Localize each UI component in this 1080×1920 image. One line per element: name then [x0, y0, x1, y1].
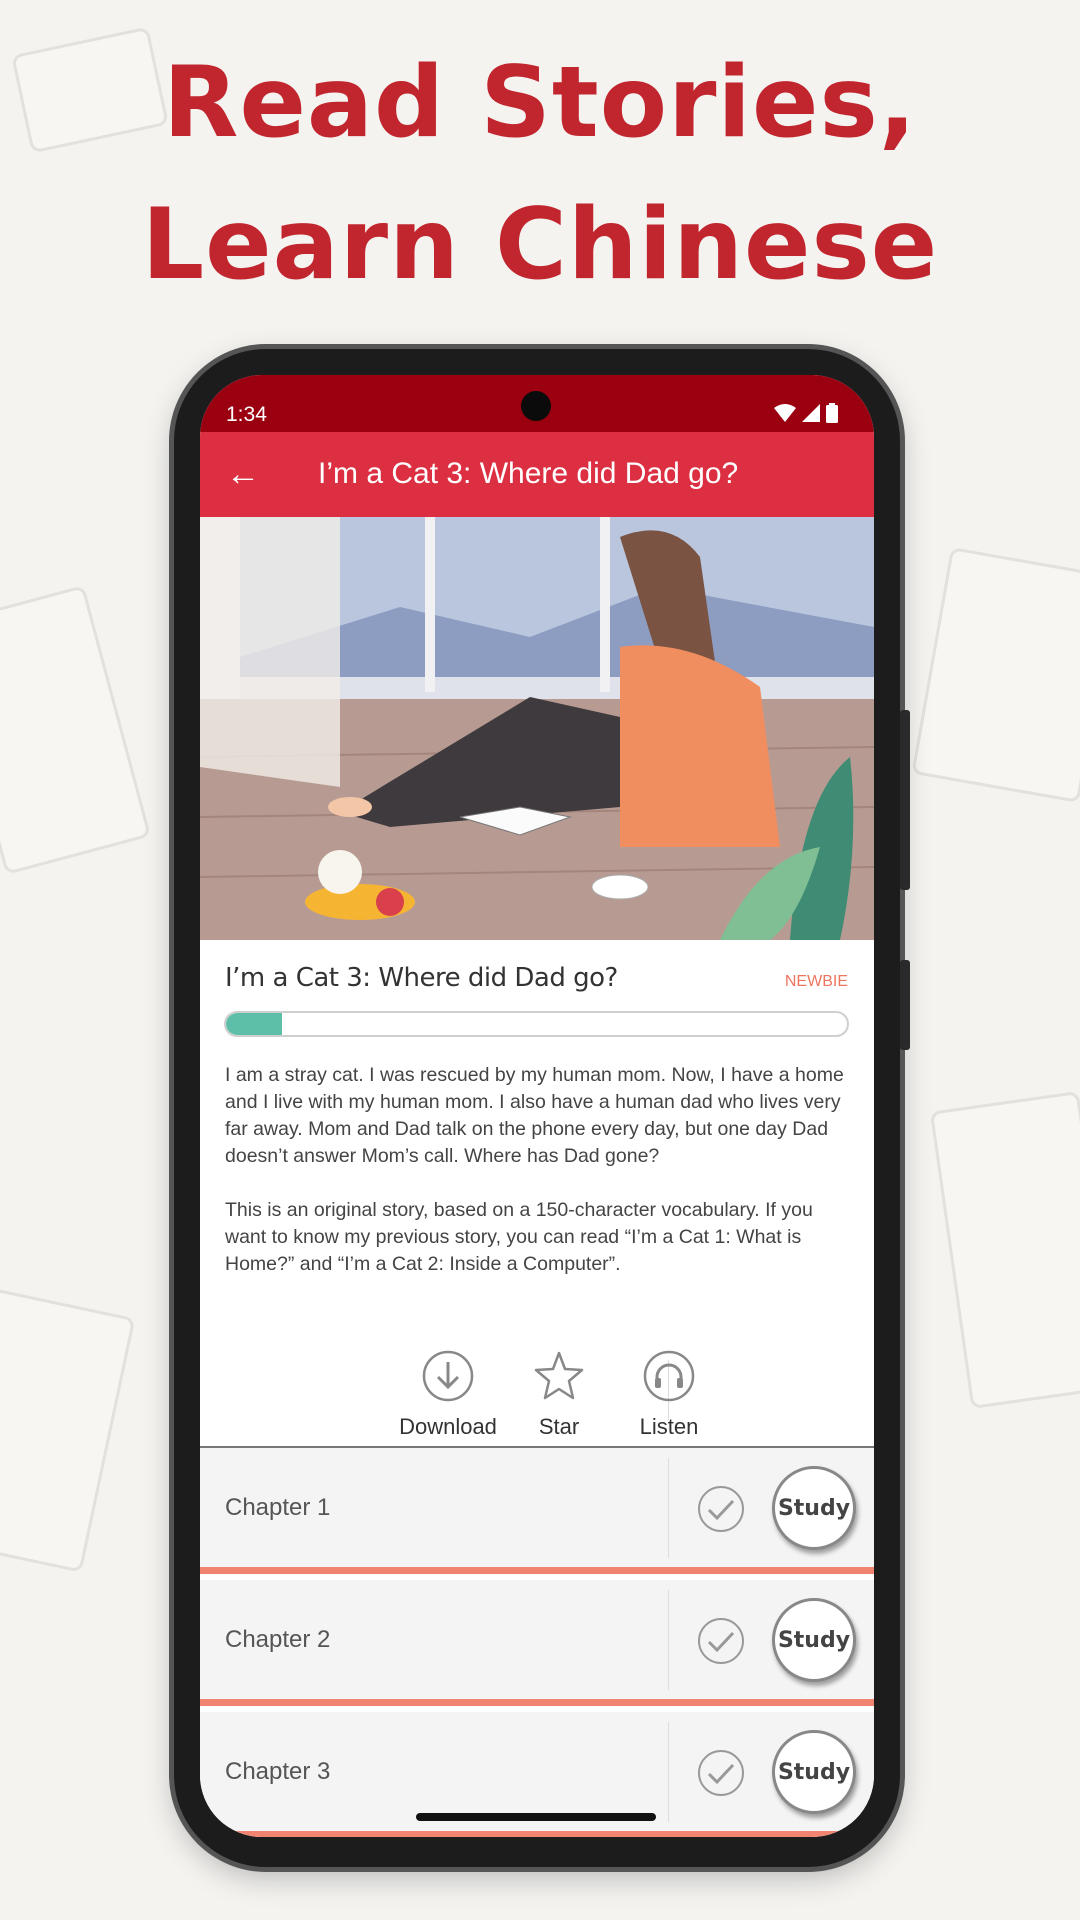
app-bar-title: I’m a Cat 3: Where did Dad go? [318, 457, 739, 490]
background-book-sketch [911, 546, 1080, 804]
camera-cutout [521, 391, 551, 421]
chapter-divider [668, 1722, 669, 1822]
download-label: Download [399, 1414, 497, 1439]
description-paragraph: I am a stray cat. I was rescued by my hu… [225, 1064, 844, 1167]
study-button[interactable]: Study [772, 1598, 856, 1682]
download-icon [422, 1350, 474, 1402]
story-cover-illustration [200, 517, 874, 940]
phone-screen: 1:34 ← I’m a Cat 3: Where did Dad go? I’… [200, 375, 874, 1837]
study-button[interactable]: Study [772, 1466, 856, 1550]
check-circle-icon[interactable] [696, 1484, 746, 1534]
headline-line-2: Learn Chinese [141, 188, 939, 302]
chapter-name: Chapter 3 [225, 1758, 331, 1785]
story-description: I am a stray cat. I was rescued by my hu… [225, 1062, 845, 1278]
signal-icon [802, 404, 820, 422]
story-actions: Download Star Listen [200, 1350, 874, 1445]
app-bar: ← I’m a Cat 3: Where did Dad go? [200, 432, 874, 517]
story-progress-bar [224, 1011, 849, 1037]
story-title: I’m a Cat 3: Where did Dad go? [225, 963, 618, 993]
star-button[interactable]: Star [499, 1350, 619, 1440]
background-book-sketch [929, 1091, 1080, 1409]
wifi-icon [774, 404, 796, 422]
check-circle-icon[interactable] [696, 1748, 746, 1798]
star-label: Star [538, 1414, 580, 1439]
battery-icon [826, 403, 838, 423]
download-button[interactable]: Download [388, 1350, 508, 1440]
volume-button [900, 960, 910, 1050]
headphones-icon [643, 1350, 695, 1402]
description-paragraph: This is an original story, based on a 15… [225, 1199, 813, 1275]
background-book-sketch [0, 585, 152, 875]
headline-line-1: Read Stories, [162, 46, 918, 160]
status-bar: 1:34 [200, 375, 874, 432]
listen-button[interactable]: Listen [609, 1350, 729, 1440]
chapter-name: Chapter 2 [225, 1626, 331, 1653]
star-icon [534, 1351, 584, 1400]
background-book-sketch [0, 1287, 136, 1573]
arrow-left-icon[interactable]: ← [226, 454, 260, 494]
chapter-divider [668, 1590, 669, 1690]
chapter-name: Chapter 1 [225, 1494, 331, 1521]
headline: Read Stories, Learn Chinese [0, 32, 1080, 316]
home-indicator[interactable] [416, 1813, 656, 1821]
status-time: 1:34 [226, 403, 267, 426]
chapter-row[interactable]: Chapter 2 Study [200, 1580, 874, 1706]
progress-fill [226, 1013, 282, 1035]
level-badge: NEWBIE [784, 973, 848, 990]
chapter-row[interactable]: Chapter 1 Study [200, 1448, 874, 1574]
power-button [900, 710, 910, 890]
chapter-divider [668, 1458, 669, 1558]
listen-label: Listen [639, 1414, 699, 1439]
check-circle-icon[interactable] [696, 1616, 746, 1666]
study-button[interactable]: Study [772, 1730, 856, 1814]
